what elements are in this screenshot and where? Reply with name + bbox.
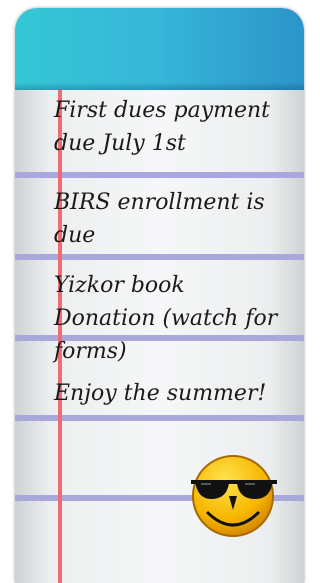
note-item: BIRS enrollment is due xyxy=(54,190,265,248)
sunglasses-smiley-icon xyxy=(191,455,277,537)
note-item: Yizkor book Donation (watch for forms) xyxy=(54,273,278,364)
notepad-header xyxy=(15,8,304,90)
note-item: Enjoy the summer! xyxy=(54,381,267,406)
note-item: First dues payment due July 1st xyxy=(54,98,271,156)
